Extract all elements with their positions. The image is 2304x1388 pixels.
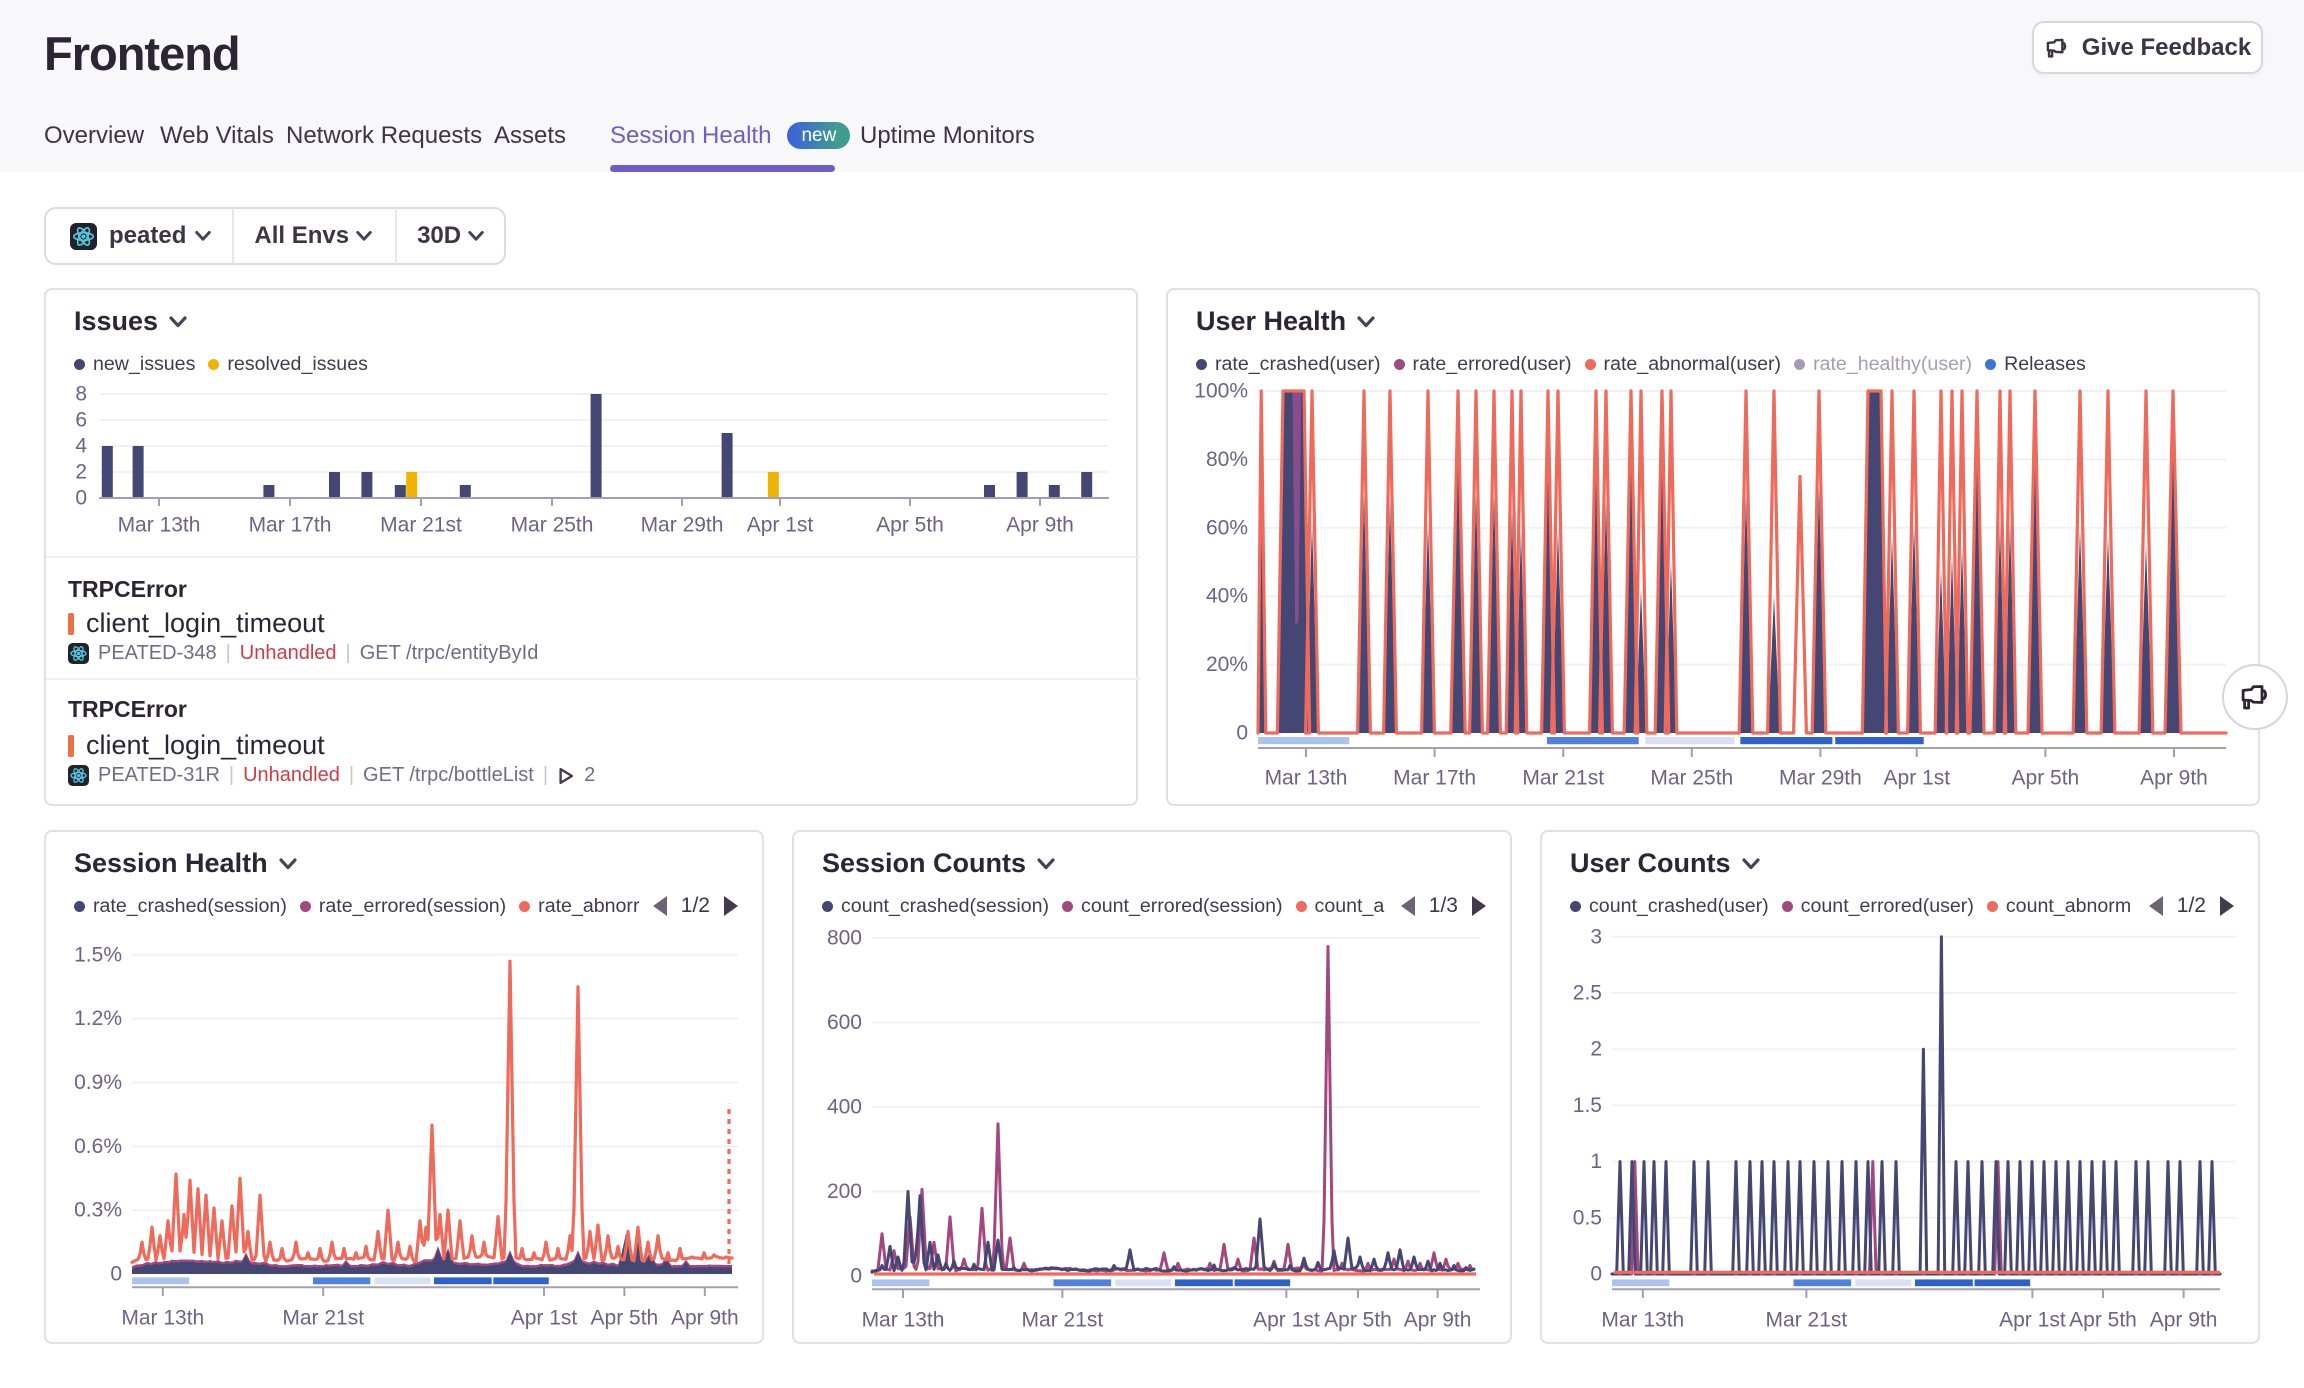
svg-text:4: 4: [75, 435, 87, 458]
svg-text:0: 0: [75, 487, 87, 510]
svg-text:2.5: 2.5: [1573, 982, 1602, 1005]
svg-text:600: 600: [827, 1011, 862, 1034]
svg-text:0.6%: 0.6%: [74, 1135, 122, 1158]
svg-text:Mar 21st: Mar 21st: [1766, 1309, 1848, 1332]
svg-text:Mar 21st: Mar 21st: [1022, 1309, 1104, 1332]
svg-text:Mar 21st: Mar 21st: [380, 514, 462, 537]
svg-text:0.5: 0.5: [1573, 1206, 1602, 1229]
svg-text:Apr 5th: Apr 5th: [1324, 1309, 1392, 1332]
svg-text:Mar 13th: Mar 13th: [1601, 1309, 1684, 1332]
svg-text:1: 1: [1590, 1150, 1602, 1173]
svg-text:Apr 9th: Apr 9th: [671, 1307, 739, 1330]
svg-text:3: 3: [1590, 925, 1602, 948]
svg-text:0: 0: [110, 1263, 122, 1286]
svg-text:1.5: 1.5: [1573, 1094, 1602, 1117]
svg-text:20%: 20%: [1206, 653, 1248, 676]
svg-text:Mar 13th: Mar 13th: [121, 1307, 204, 1330]
svg-text:0.9%: 0.9%: [74, 1071, 122, 1094]
svg-text:Apr 5th: Apr 5th: [591, 1307, 659, 1330]
svg-text:Mar 21st: Mar 21st: [282, 1307, 364, 1330]
svg-text:0: 0: [1236, 722, 1248, 745]
svg-text:Mar 13th: Mar 13th: [1265, 767, 1348, 790]
svg-text:Apr 9th: Apr 9th: [2140, 767, 2208, 790]
svg-text:Mar 17th: Mar 17th: [1393, 767, 1476, 790]
svg-text:2: 2: [75, 461, 87, 484]
svg-text:80%: 80%: [1206, 448, 1248, 471]
svg-text:6: 6: [75, 409, 87, 432]
svg-text:Mar 21st: Mar 21st: [1522, 767, 1604, 790]
svg-text:Apr 1st: Apr 1st: [511, 1307, 578, 1330]
svg-text:0.3%: 0.3%: [74, 1199, 122, 1222]
svg-text:Mar 25th: Mar 25th: [511, 514, 594, 537]
svg-text:Apr 9th: Apr 9th: [1404, 1309, 1472, 1332]
svg-text:Mar 17th: Mar 17th: [249, 514, 332, 537]
svg-text:Apr 1st: Apr 1st: [1884, 767, 1951, 790]
svg-text:Apr 5th: Apr 5th: [2012, 767, 2080, 790]
svg-text:200: 200: [827, 1180, 862, 1203]
svg-text:1.2%: 1.2%: [74, 1007, 122, 1030]
svg-text:Mar 13th: Mar 13th: [118, 514, 201, 537]
svg-text:Apr 1st: Apr 1st: [747, 514, 814, 537]
svg-text:Apr 5th: Apr 5th: [876, 514, 944, 537]
svg-text:Mar 13th: Mar 13th: [862, 1309, 945, 1332]
svg-text:Apr 5th: Apr 5th: [2069, 1309, 2137, 1332]
svg-text:Apr 9th: Apr 9th: [1006, 514, 1074, 537]
svg-text:2: 2: [1590, 1038, 1602, 1061]
svg-text:1.5%: 1.5%: [74, 943, 122, 966]
svg-text:Mar 25th: Mar 25th: [1650, 767, 1733, 790]
svg-text:Apr 1st: Apr 1st: [1253, 1309, 1320, 1332]
svg-text:800: 800: [827, 927, 862, 950]
svg-text:40%: 40%: [1206, 585, 1248, 608]
svg-text:60%: 60%: [1206, 516, 1248, 539]
svg-text:Mar 29th: Mar 29th: [641, 514, 724, 537]
svg-text:400: 400: [827, 1096, 862, 1119]
svg-text:Apr 9th: Apr 9th: [2150, 1309, 2218, 1332]
svg-text:100%: 100%: [1194, 380, 1248, 403]
svg-text:Mar 29th: Mar 29th: [1779, 767, 1862, 790]
svg-text:8: 8: [75, 383, 87, 406]
svg-text:0: 0: [850, 1265, 862, 1288]
svg-text:Apr 1st: Apr 1st: [1999, 1309, 2066, 1332]
svg-text:0: 0: [1590, 1263, 1602, 1286]
